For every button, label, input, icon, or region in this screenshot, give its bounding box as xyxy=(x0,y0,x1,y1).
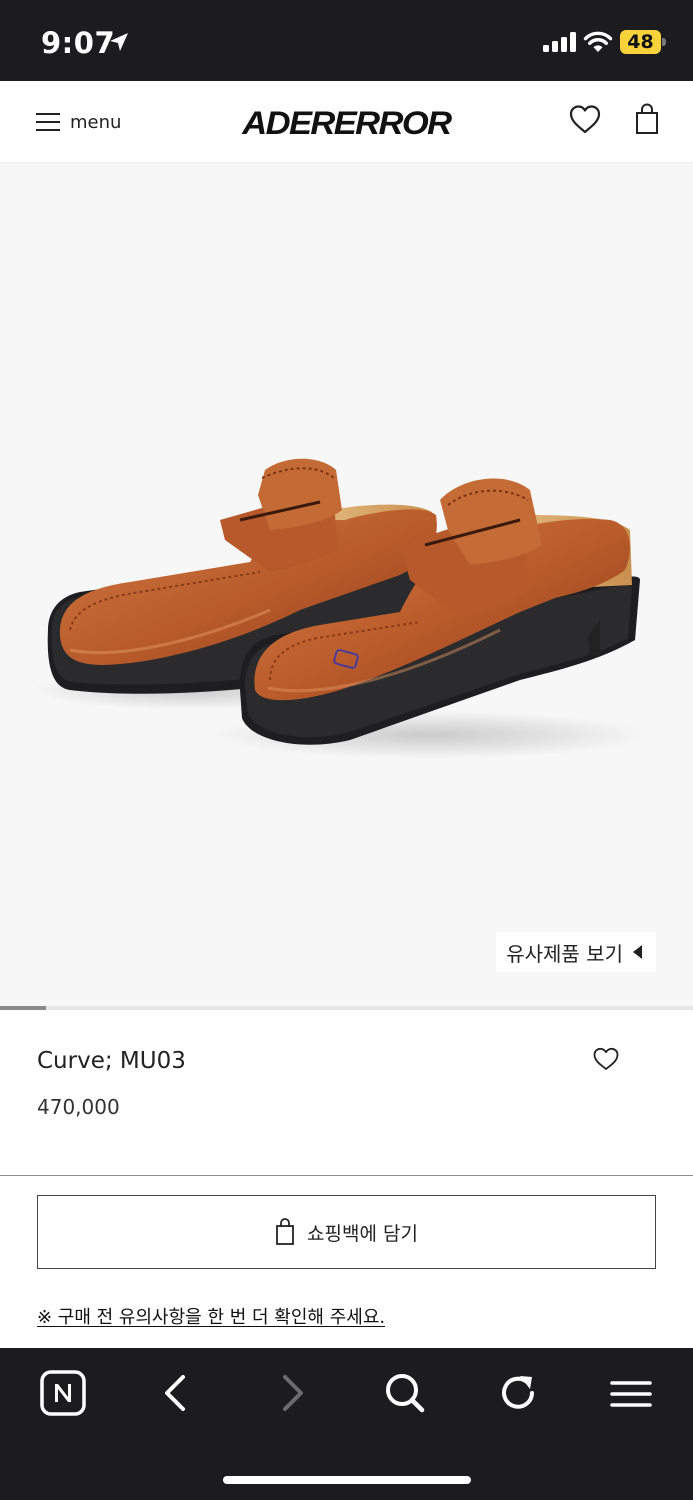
forward-icon[interactable] xyxy=(266,1368,316,1418)
shopping-bag-icon xyxy=(276,1218,294,1245)
add-to-bag-label: 쇼핑백에 담기 xyxy=(307,1222,418,1245)
status-time: 9:07 xyxy=(41,26,116,60)
wishlist-heart-icon[interactable] xyxy=(592,1046,620,1072)
product-image[interactable]: 유사제품 보기 xyxy=(0,163,693,1006)
purchase-notice-link[interactable]: ※ 구매 전 유의사항을 한 번 더 확인해 주세요. xyxy=(37,1303,385,1329)
product-photo xyxy=(30,458,650,759)
location-arrow-icon xyxy=(110,33,128,51)
gallery-progress-bar xyxy=(0,1006,693,1010)
add-to-bag-button[interactable]: 쇼핑백에 담기 xyxy=(37,1195,656,1269)
similar-products-label: 유사제품 보기 xyxy=(506,941,623,966)
status-bar: 9:07 48 xyxy=(0,0,693,81)
reload-icon[interactable] xyxy=(494,1368,544,1418)
similar-products-button[interactable]: 유사제품 보기 xyxy=(496,932,656,972)
cellular-signal-icon xyxy=(543,32,576,52)
wifi-icon xyxy=(583,31,613,52)
gallery-progress-thumb xyxy=(0,1006,47,1010)
battery-level: 48 xyxy=(627,31,654,53)
browser-toolbar xyxy=(0,1348,693,1500)
heart-icon[interactable] xyxy=(568,103,602,137)
menu-icon[interactable] xyxy=(606,1368,656,1418)
caret-left-icon xyxy=(633,945,642,959)
naver-home-icon[interactable] xyxy=(38,1368,88,1418)
site-header: menu ADERERROR xyxy=(0,81,693,163)
product-name: Curve; MU03 xyxy=(37,1048,186,1074)
product-price: 470,000 xyxy=(37,1095,120,1119)
shopping-bag-icon[interactable] xyxy=(634,103,660,135)
divider xyxy=(0,1175,693,1176)
battery-icon: 48 xyxy=(620,30,666,54)
home-indicator xyxy=(223,1476,471,1484)
search-icon[interactable] xyxy=(380,1368,430,1418)
back-icon[interactable] xyxy=(152,1368,202,1418)
